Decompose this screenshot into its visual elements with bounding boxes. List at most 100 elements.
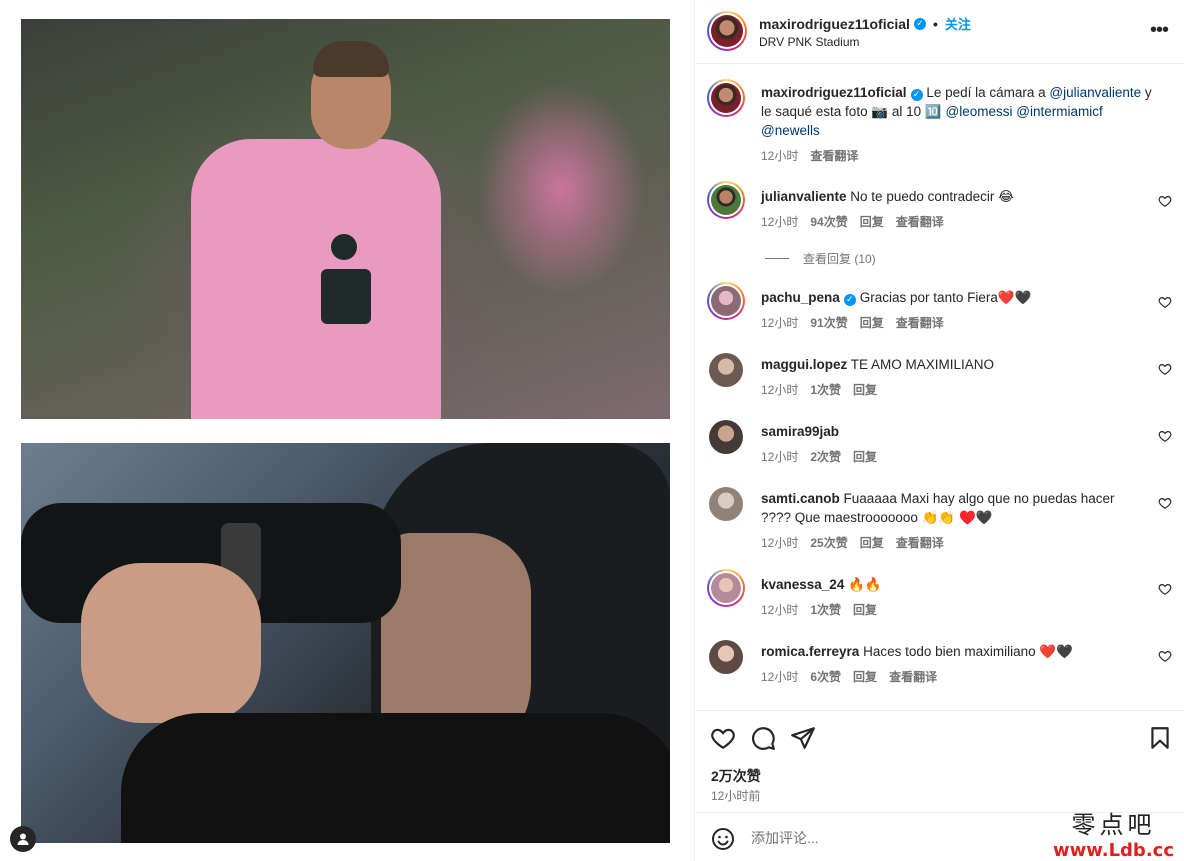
reply-button[interactable]: 回复	[860, 213, 884, 230]
comment-likes[interactable]: 1次赞	[810, 381, 841, 398]
comment-avatar[interactable]	[707, 181, 745, 219]
comment-avatar[interactable]	[709, 420, 743, 454]
add-comment-bar	[695, 812, 1184, 861]
comment-avatar[interactable]	[709, 487, 743, 521]
comment-likes[interactable]: 91次赞	[810, 314, 847, 331]
post-sidebar: maxirodriguez11oficial ✓ • 关注 DRV PNK St…	[695, 0, 1184, 861]
like-comment-icon[interactable]	[1158, 194, 1172, 208]
translate-button[interactable]: 查看翻译	[896, 213, 944, 230]
comment-icon[interactable]	[750, 725, 776, 751]
verified-badge-icon: ✓	[910, 88, 923, 101]
mention-link[interactable]: @leomessi	[945, 104, 1012, 119]
reply-button[interactable]: 回复	[853, 448, 877, 465]
header-user-line: maxirodriguez11oficial ✓ • 关注	[759, 14, 971, 33]
comment-avatar[interactable]	[707, 282, 745, 320]
reply-button[interactable]: 回复	[853, 668, 877, 685]
comment-time[interactable]: 12小时	[761, 314, 798, 331]
comment-likes[interactable]: 2次赞	[810, 448, 841, 465]
translate-button[interactable]: 查看翻译	[810, 147, 858, 164]
mention-link[interactable]: @newells	[761, 123, 820, 138]
author-avatar[interactable]	[707, 11, 747, 51]
view-replies-label: 查看回复 (10)	[803, 252, 876, 266]
comment-text: samti.canob Fuaaaaa Maxi hay algo que no…	[761, 489, 1141, 527]
comment-text: romica.ferreyra Haces todo bien maximili…	[761, 642, 1161, 661]
comment-avatar[interactable]	[709, 640, 743, 674]
reply-button[interactable]: 回复	[860, 534, 884, 551]
comment-time[interactable]: 12小时	[761, 534, 798, 551]
comments-list[interactable]: maxirodriguez11oficial ✓ Le pedí la cámar…	[695, 65, 1184, 710]
reply-button[interactable]: 回复	[860, 314, 884, 331]
follow-button[interactable]: 关注	[945, 14, 971, 33]
translate-button[interactable]: 查看翻译	[889, 668, 937, 685]
post-media[interactable]	[0, 0, 694, 861]
comment-input[interactable]	[751, 827, 1071, 849]
comment-meta: 12小时 1次赞 回复	[761, 601, 877, 618]
view-replies-button[interactable]: 查看回复 (10)	[765, 250, 876, 267]
mention-link[interactable]: @julianvaliente	[1049, 85, 1141, 100]
hand-shape	[81, 563, 261, 723]
comment-meta: 12小时 2次赞 回复	[761, 448, 877, 465]
comment-username[interactable]: samira99jab	[761, 424, 839, 439]
more-options-icon[interactable]: •••	[1150, 20, 1169, 40]
like-comment-icon[interactable]	[1158, 582, 1172, 596]
like-comment-icon[interactable]	[1158, 649, 1172, 663]
comment-likes[interactable]: 25次赞	[810, 534, 847, 551]
share-icon[interactable]	[790, 725, 816, 751]
comment-likes[interactable]: 6次赞	[810, 668, 841, 685]
caption-text: maxirodriguez11oficial ✓ Le pedí la cámar…	[761, 83, 1161, 140]
comment-avatar[interactable]	[707, 569, 745, 607]
reply-button[interactable]: 回复	[853, 601, 877, 618]
bookmark-icon[interactable]	[1147, 725, 1173, 751]
translate-button[interactable]: 查看翻译	[896, 534, 944, 551]
verified-badge-icon: ✓	[843, 293, 856, 306]
post-location[interactable]: DRV PNK Stadium	[759, 35, 859, 49]
player-hair-shape	[313, 41, 389, 77]
verified-badge-icon: ✓	[913, 17, 926, 30]
comment-meta: 12小时 6次赞 回复 查看翻译	[761, 668, 937, 685]
comment-username[interactable]: julianvaliente	[761, 189, 847, 204]
like-comment-icon[interactable]	[1158, 362, 1172, 376]
comment-time[interactable]: 12小时	[761, 601, 798, 618]
caption-username[interactable]: maxirodriguez11oficial	[761, 85, 907, 100]
caption-meta: 12小时 查看翻译	[761, 147, 858, 164]
comment-text: samira99jab	[761, 422, 1161, 441]
comment-likes[interactable]: 94次赞	[810, 213, 847, 230]
tagged-users-icon[interactable]	[10, 826, 36, 852]
comment-username[interactable]: pachu_pena	[761, 290, 840, 305]
comment-content: Gracias por tanto Fiera❤️🖤	[859, 290, 1032, 305]
author-username[interactable]: maxirodriguez11oficial	[759, 16, 910, 32]
comment-text: pachu_pena ✓ Gracias por tanto Fiera❤️🖤	[761, 288, 1161, 307]
comment-time[interactable]: 12小时	[761, 381, 798, 398]
comment-username[interactable]: samti.canob	[761, 491, 840, 506]
action-bar: 2万次赞 12小时前	[695, 710, 1184, 812]
caption-time[interactable]: 12小时	[761, 147, 798, 164]
post-time[interactable]: 12小时前	[711, 787, 760, 804]
comment-time[interactable]: 12小时	[761, 448, 798, 465]
heart-icon[interactable]	[710, 725, 736, 751]
reply-button[interactable]: 回复	[853, 381, 877, 398]
like-comment-icon[interactable]	[1158, 496, 1172, 510]
comment-avatar[interactable]	[709, 353, 743, 387]
replies-line	[765, 258, 789, 259]
comment-meta: 12小时 94次赞 回复 查看翻译	[761, 213, 944, 230]
comment-text: julianvaliente No te puedo contradecir 😂	[761, 187, 1161, 206]
emoji-icon[interactable]	[711, 827, 735, 851]
mention-link[interactable]: @intermiamicf	[1016, 104, 1102, 119]
pink-jersey-shape	[191, 139, 441, 419]
caption-avatar[interactable]	[707, 79, 745, 117]
comment-text: kvanessa_24 🔥🔥	[761, 575, 1161, 594]
comment-username[interactable]: romica.ferreyra	[761, 644, 859, 659]
likes-count[interactable]: 2万次赞	[711, 766, 761, 786]
comment-likes[interactable]: 1次赞	[810, 601, 841, 618]
comment-username[interactable]: maggui.lopez	[761, 357, 847, 372]
like-comment-icon[interactable]	[1158, 295, 1172, 309]
translate-button[interactable]: 查看翻译	[896, 314, 944, 331]
comment-content: 🔥🔥	[848, 577, 882, 592]
comment-content: TE AMO MAXIMILIANO	[850, 357, 995, 372]
comment-username[interactable]: kvanessa_24	[761, 577, 844, 592]
sponsor-logo-shape	[321, 269, 371, 324]
comment-time[interactable]: 12小时	[761, 213, 798, 230]
comment-meta: 12小时 25次赞 回复 查看翻译	[761, 534, 944, 551]
comment-time[interactable]: 12小时	[761, 668, 798, 685]
like-comment-icon[interactable]	[1158, 429, 1172, 443]
